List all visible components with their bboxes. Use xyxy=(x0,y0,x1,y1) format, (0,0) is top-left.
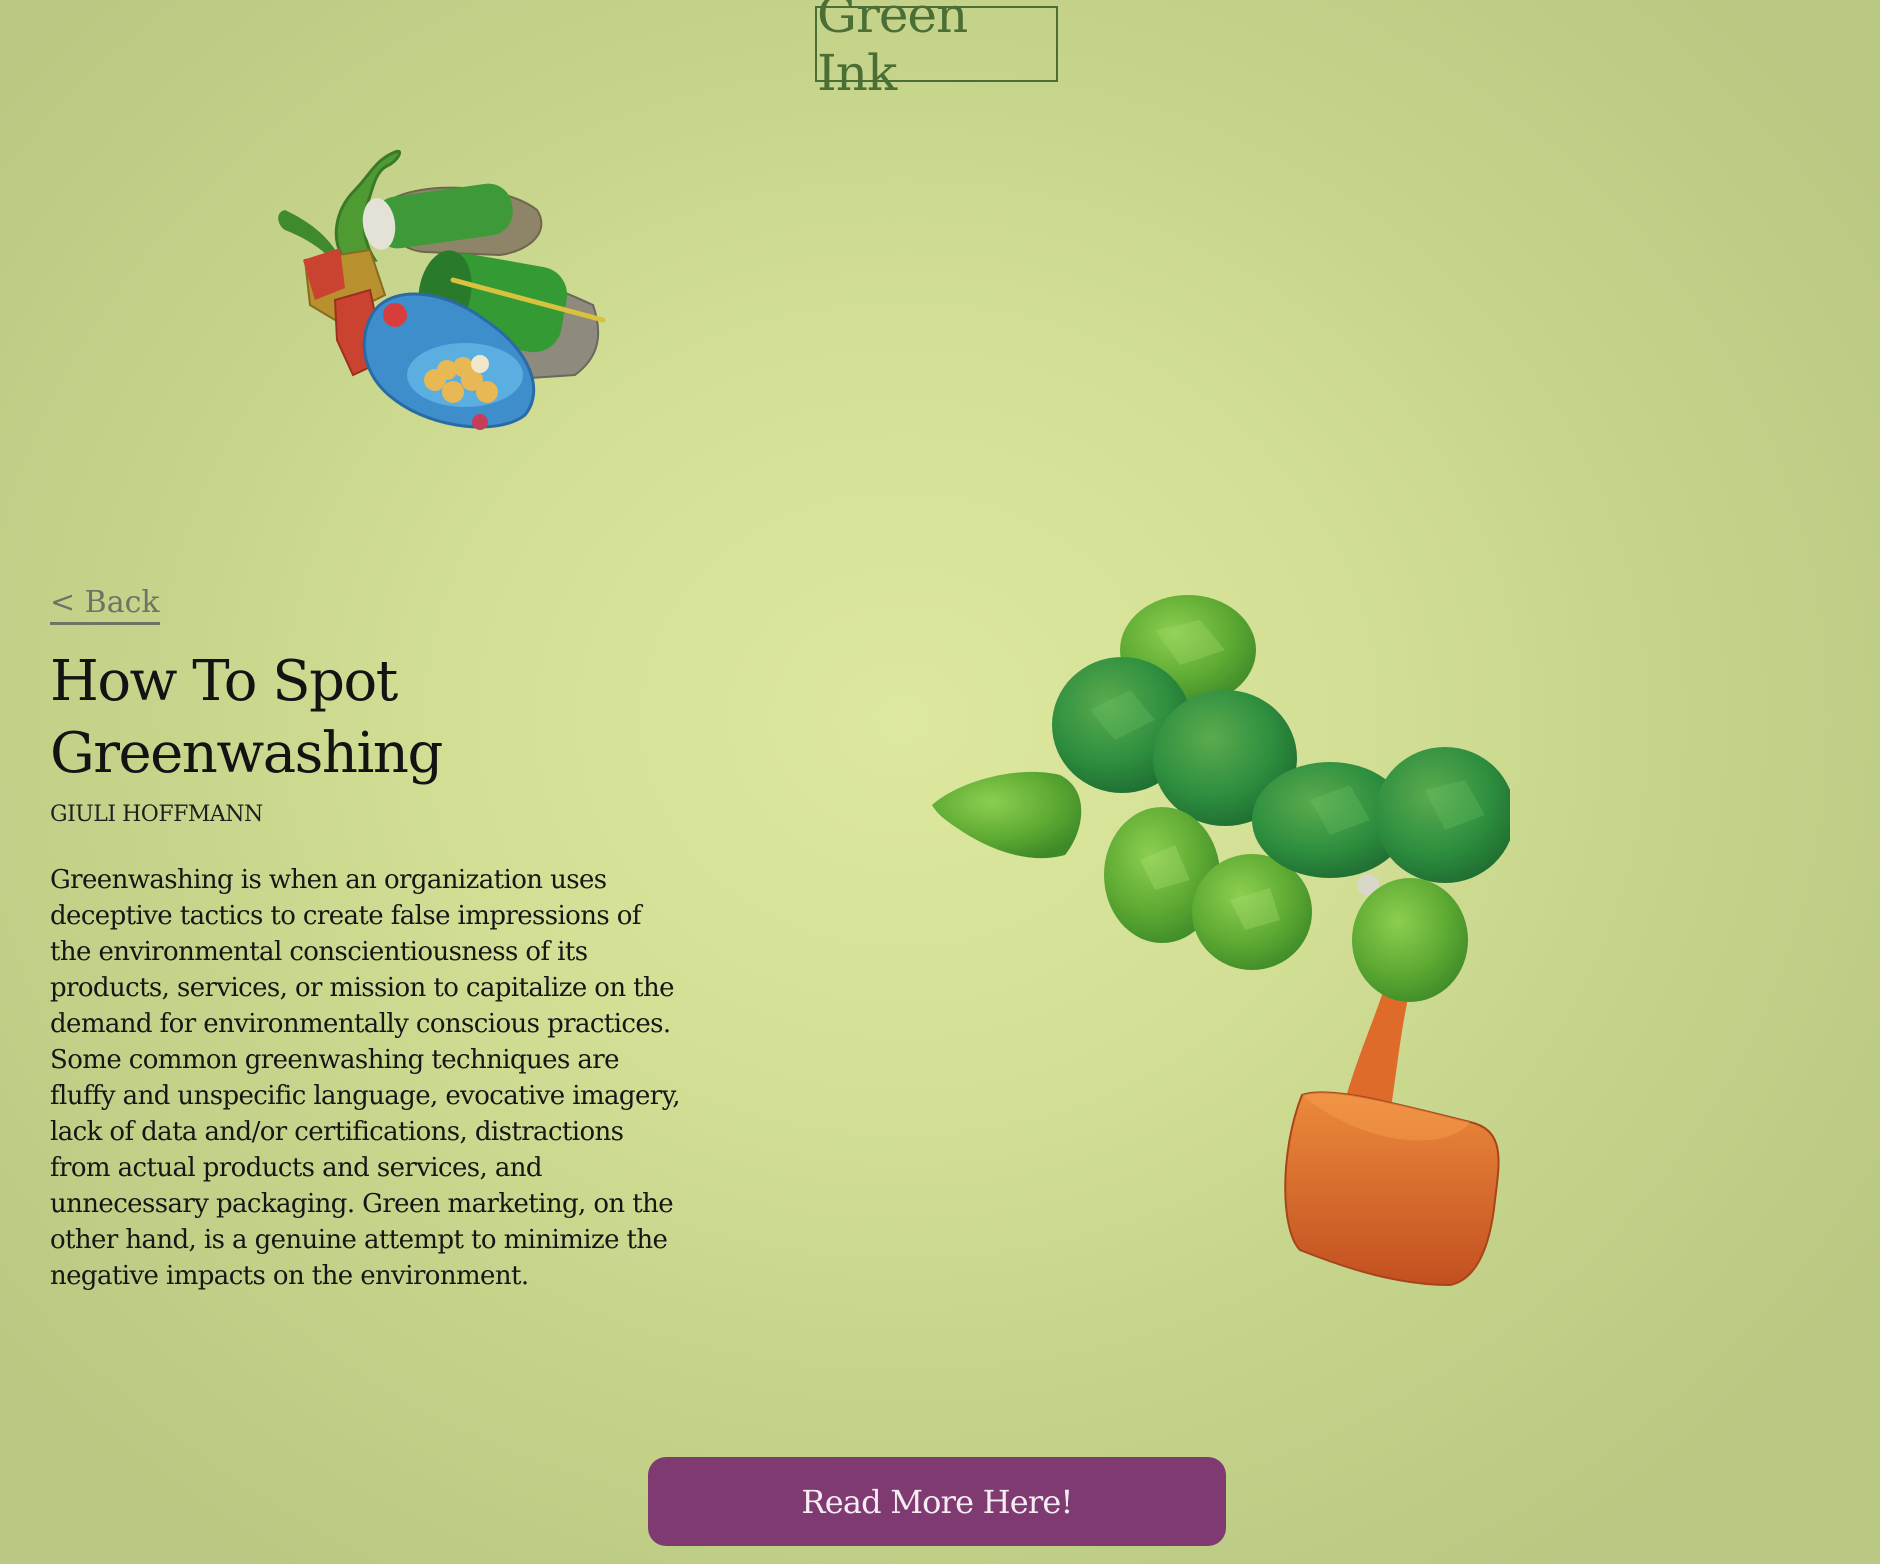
back-link[interactable]: < Back xyxy=(50,584,160,625)
clay-tree-sculpture-image xyxy=(932,595,1510,1287)
read-more-button[interactable]: Read More Here! xyxy=(648,1457,1226,1546)
article: How To Spot Greenwashing GIULI HOFFMANN … xyxy=(50,646,690,1294)
article-author: GIULI HOFFMANN xyxy=(50,802,263,827)
site-logo-link[interactable]: Green Ink xyxy=(815,0,1058,102)
article-title: How To Spot Greenwashing xyxy=(50,649,443,786)
clay-cluster-sculpture-image xyxy=(278,149,606,430)
article-body: Greenwashing is when an organization use… xyxy=(50,865,680,1291)
